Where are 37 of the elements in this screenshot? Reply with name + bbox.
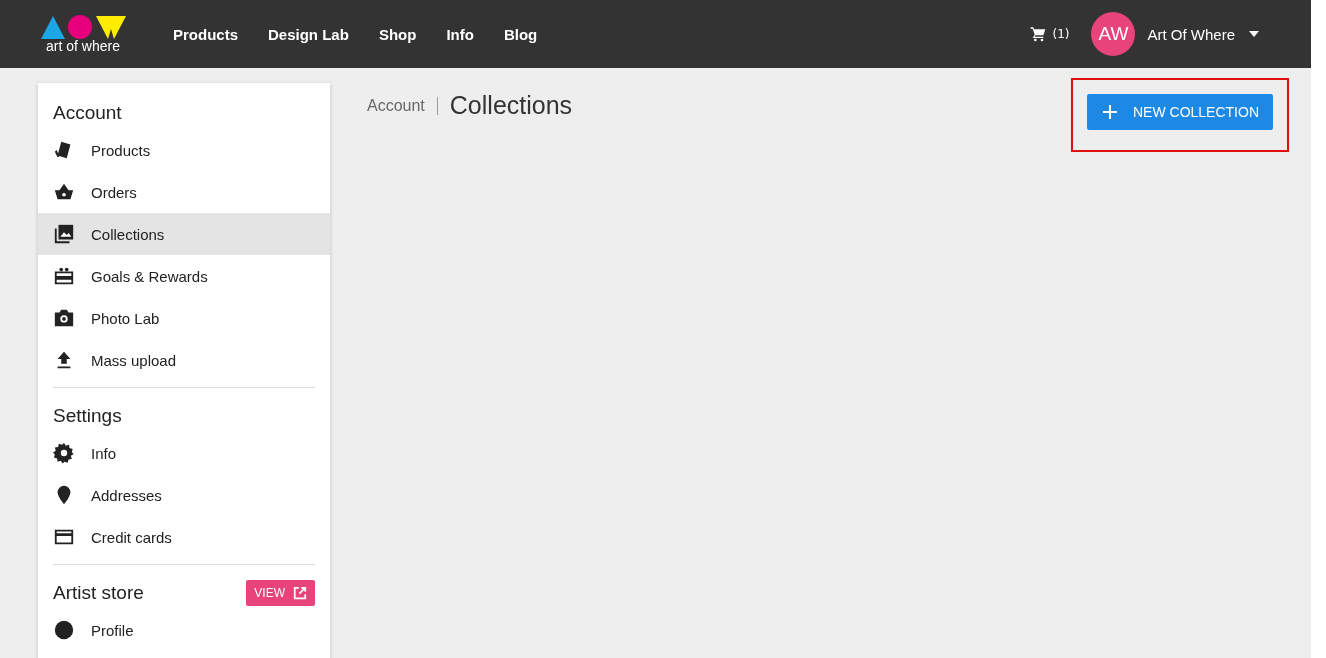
plus-icon xyxy=(1103,105,1117,119)
cart-count: (1) xyxy=(1052,27,1070,41)
logo-text: art of where xyxy=(46,38,120,54)
sidebar-item[interactable]: Photo Lab xyxy=(38,297,330,339)
sidebar-item[interactable]: Info xyxy=(38,432,330,474)
settings-icon xyxy=(53,442,75,464)
cart-button[interactable]: (1) xyxy=(1030,26,1070,42)
page-title: Collections xyxy=(449,91,573,120)
cart-icon xyxy=(1030,26,1047,42)
photos-icon xyxy=(53,223,75,245)
nav-link[interactable]: Design Lab xyxy=(268,25,349,43)
nav-link[interactable]: Products xyxy=(173,25,238,43)
section-title: Account xyxy=(53,102,122,124)
nav-link[interactable]: Shop xyxy=(378,25,417,43)
nav-link[interactable]: Info xyxy=(446,25,474,43)
sidebar-item[interactable]: Profile xyxy=(38,609,330,651)
sidebar-item[interactable]: Goals & Rewards xyxy=(38,255,330,297)
gift-icon xyxy=(53,265,75,287)
sidebar-item[interactable]: Credit cards xyxy=(38,516,330,558)
breadcrumb-link[interactable]: Account xyxy=(367,96,425,115)
user-menu-button[interactable]: Art Of Where xyxy=(1147,25,1259,43)
avatar[interactable]: AW xyxy=(1091,12,1136,56)
view-button[interactable]: VIEW xyxy=(246,580,315,606)
sidebar-item[interactable]: Products xyxy=(38,129,330,171)
nav-link[interactable]: Blog xyxy=(503,25,538,43)
section-title: Artist store xyxy=(53,582,144,604)
camera-icon xyxy=(53,307,75,329)
section-title: Settings xyxy=(53,405,122,427)
sidebar-item[interactable]: Mass upload xyxy=(38,339,330,381)
new-collection-button[interactable]: NEW COLLECTION xyxy=(1087,94,1273,130)
logo-shapes-icon xyxy=(39,14,127,39)
sidebar-item[interactable]: Addresses xyxy=(38,474,330,516)
sidebar-item[interactable]: Orders xyxy=(38,171,330,213)
caret-icon xyxy=(1249,31,1259,37)
sidebar-item[interactable]: Collections xyxy=(38,213,330,255)
logo[interactable]: art of where xyxy=(38,14,128,54)
external-link-icon xyxy=(293,586,307,600)
